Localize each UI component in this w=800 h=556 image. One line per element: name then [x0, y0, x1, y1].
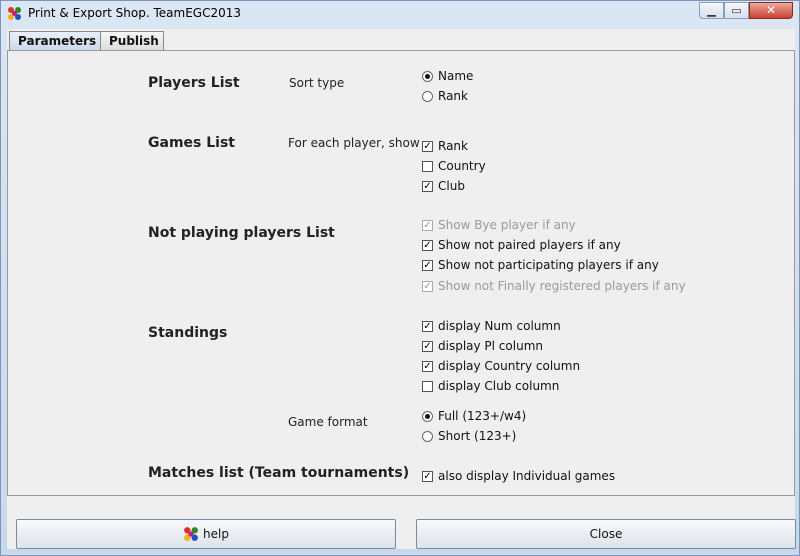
check-icon: ✓	[422, 320, 433, 332]
radio-selected-icon	[422, 410, 433, 422]
games-club-checkbox[interactable]: ✓ Club	[422, 178, 465, 194]
show-not-finally-registered-label: Show not Finally registered players if a…	[438, 279, 686, 293]
show-not-finally-registered-checkbox[interactable]: ✓ Show not Finally registered players if …	[422, 278, 686, 294]
check-icon: ✓	[422, 180, 433, 192]
show-bye-checkbox[interactable]: ✓ Show Bye player if any	[422, 217, 576, 233]
radio-selected-icon	[422, 70, 433, 82]
matches-list-heading: Matches list (Team tournaments)	[148, 465, 410, 481]
close-label: Close	[589, 527, 623, 541]
app-logo-icon	[8, 7, 21, 20]
players-list-heading: Players List	[148, 75, 240, 91]
sort-rank-label: Rank	[438, 89, 468, 103]
display-country-checkbox[interactable]: ✓ display Country column	[422, 358, 580, 374]
sort-name-radio[interactable]: Name	[422, 68, 473, 84]
display-num-checkbox[interactable]: ✓ display Num column	[422, 318, 561, 334]
show-not-participating-label: Show not participating players if any	[438, 258, 659, 272]
help-button[interactable]: help	[16, 519, 396, 549]
close-icon: ✕	[765, 3, 777, 17]
check-icon: ✓	[422, 259, 433, 271]
radio-empty-icon	[422, 430, 433, 442]
parameters-panel: Players List Sort type Name Rank Games L…	[7, 50, 795, 496]
egc-logo-icon	[184, 527, 198, 541]
display-individual-games-label: also display Individual games	[438, 469, 616, 483]
client-area: Parameters Publish Players List Sort typ…	[7, 29, 796, 549]
unchecked-icon	[422, 380, 433, 392]
minimize-icon: ▁	[707, 4, 716, 17]
format-short-radio[interactable]: Short (123+)	[422, 428, 516, 444]
display-num-label: display Num column	[438, 319, 561, 333]
display-pl-label: display Pl column	[438, 339, 543, 353]
title-bar[interactable]: Print & Export Shop. TeamEGC2013 ▁ ▭ ✕	[1, 1, 799, 25]
display-country-label: display Country column	[438, 359, 581, 373]
check-icon: ✓	[422, 140, 433, 152]
close-button[interactable]: Close	[416, 519, 796, 549]
check-icon: ✓	[422, 470, 433, 482]
format-full-radio[interactable]: Full (123+/w4)	[422, 408, 526, 424]
display-club-checkbox[interactable]: display Club column	[422, 378, 559, 394]
standings-heading: Standings	[148, 325, 228, 341]
games-list-heading: Games List	[148, 135, 235, 151]
check-icon: ✓	[422, 360, 433, 372]
window-title: Print & Export Shop. TeamEGC2013	[28, 6, 242, 20]
not-playing-heading: Not playing players List	[148, 225, 335, 241]
check-icon: ✓	[422, 219, 433, 231]
maximize-icon: ▭	[731, 4, 742, 17]
show-bye-label: Show Bye player if any	[438, 218, 576, 232]
close-window-button[interactable]: ✕	[749, 2, 793, 19]
unchecked-icon	[422, 160, 433, 172]
games-country-label: Country	[438, 159, 486, 173]
display-pl-checkbox[interactable]: ✓ display Pl column	[422, 338, 543, 354]
for-each-player-label: For each player, show	[288, 136, 420, 150]
tab-parameters[interactable]: Parameters	[9, 31, 101, 51]
radio-empty-icon	[422, 90, 433, 102]
sort-type-label: Sort type	[289, 76, 345, 90]
games-country-checkbox[interactable]: Country	[422, 158, 486, 174]
format-short-label: Short (123+)	[438, 429, 517, 443]
check-icon: ✓	[422, 280, 433, 292]
app-window: Print & Export Shop. TeamEGC2013 ▁ ▭ ✕ P…	[0, 0, 800, 556]
show-not-paired-label: Show not paired players if any	[438, 238, 621, 252]
help-label: help	[203, 527, 229, 541]
games-club-label: Club	[438, 179, 465, 193]
check-icon: ✓	[422, 340, 433, 352]
check-icon: ✓	[422, 239, 433, 251]
games-rank-label: Rank	[438, 139, 468, 153]
display-club-label: display Club column	[438, 379, 560, 393]
minimize-button[interactable]: ▁	[699, 2, 724, 19]
games-rank-checkbox[interactable]: ✓ Rank	[422, 138, 468, 154]
display-individual-games-checkbox[interactable]: ✓ also display Individual games	[422, 468, 615, 484]
sort-rank-radio[interactable]: Rank	[422, 88, 468, 104]
sort-name-label: Name	[438, 69, 474, 83]
format-full-label: Full (123+/w4)	[438, 409, 527, 423]
maximize-button[interactable]: ▭	[724, 2, 749, 19]
tab-publish[interactable]: Publish	[100, 31, 164, 50]
show-not-participating-checkbox[interactable]: ✓ Show not participating players if any	[422, 257, 659, 273]
show-not-paired-checkbox[interactable]: ✓ Show not paired players if any	[422, 237, 621, 253]
game-format-label: Game format	[288, 415, 368, 429]
